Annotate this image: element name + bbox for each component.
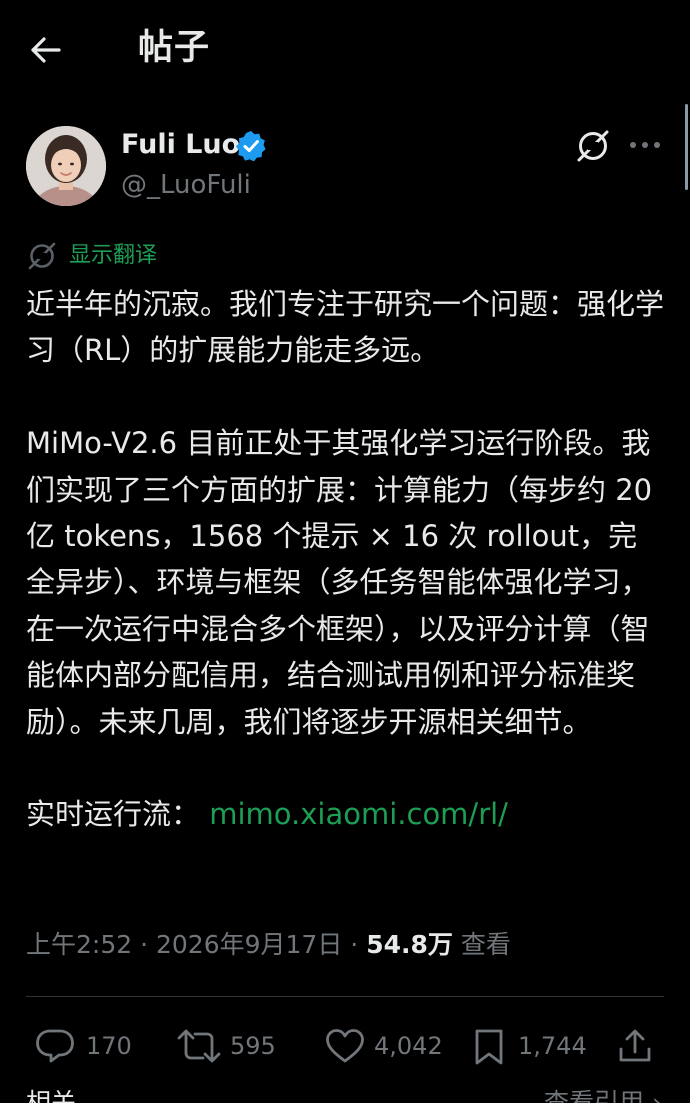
show-translation-label: 显示翻译 — [69, 243, 158, 268]
reply-icon — [36, 1029, 74, 1063]
bookmark-count: 1,744 — [518, 1032, 587, 1060]
post-time[interactable]: 上午2:52 — [26, 930, 132, 959]
views-count: 54.8万 — [366, 930, 453, 959]
meta-separator: · — [350, 930, 359, 959]
more-horizontal-icon — [630, 142, 660, 148]
repost-button[interactable]: 595 — [176, 1022, 286, 1070]
post-date[interactable]: 2026年9月17日 — [156, 930, 342, 959]
views-label: 查看 — [460, 930, 511, 959]
post-meta: 上午2:52 · 2026年9月17日 · 54.8万 查看 — [26, 926, 511, 964]
author-handle[interactable]: @_LuoFuli — [121, 168, 251, 202]
reply-count: 170 — [86, 1032, 132, 1060]
divider — [26, 996, 664, 997]
grok-button[interactable] — [574, 127, 612, 165]
grok-icon — [28, 242, 56, 270]
stream-link[interactable]: mimo.xiaomi.com/rl/ — [209, 797, 508, 831]
stream-label: 实时运行流： — [26, 797, 201, 832]
like-button[interactable]: 4,042 — [324, 1022, 448, 1070]
avatar[interactable] — [26, 126, 106, 206]
top-bar: 帖子 — [0, 0, 690, 98]
share-icon — [619, 1029, 651, 1062]
stream-line: 实时运行流： mimo.xiaomi.com/rl/ — [26, 791, 666, 837]
bookmark-icon — [475, 1029, 503, 1065]
avatar-image — [26, 126, 106, 206]
view-quotes-link[interactable]: 查看引用 › — [544, 1086, 662, 1103]
back-button[interactable] — [26, 30, 66, 70]
heart-icon — [326, 1029, 364, 1063]
action-bar: 170 595 4,042 1,744 — [0, 1022, 690, 1070]
post-paragraph: 近半年的沉寂。我们专注于研究一个问题：强化学习（RL）的扩展能力能走多远。 — [26, 287, 665, 368]
arrow-left-icon — [31, 37, 61, 63]
post-text: 近半年的沉寂。我们专注于研究一个问题：强化学习（RL）的扩展能力能走多远。 Mi… — [26, 281, 666, 838]
scrollbar[interactable] — [685, 104, 688, 190]
repost-icon — [177, 1029, 221, 1063]
reply-button[interactable]: 170 — [34, 1022, 134, 1070]
grok-icon — [577, 130, 609, 162]
post-paragraph: MiMo-V2.6 目前正处于其强化学习运行阶段。我们实现了三个方面的扩展：计算… — [26, 426, 653, 739]
repost-count: 595 — [230, 1032, 276, 1060]
bookmark-button[interactable]: 1,744 — [472, 1022, 587, 1070]
page-title: 帖子 — [138, 28, 211, 68]
more-options-button[interactable] — [626, 128, 664, 162]
related-heading: 相关 — [26, 1088, 77, 1103]
verified-badge-icon — [234, 129, 268, 163]
meta-separator: · — [140, 930, 149, 959]
like-count: 4,042 — [374, 1032, 443, 1060]
share-button[interactable] — [616, 1022, 656, 1070]
author-name[interactable]: Fuli Luo — [121, 128, 240, 162]
